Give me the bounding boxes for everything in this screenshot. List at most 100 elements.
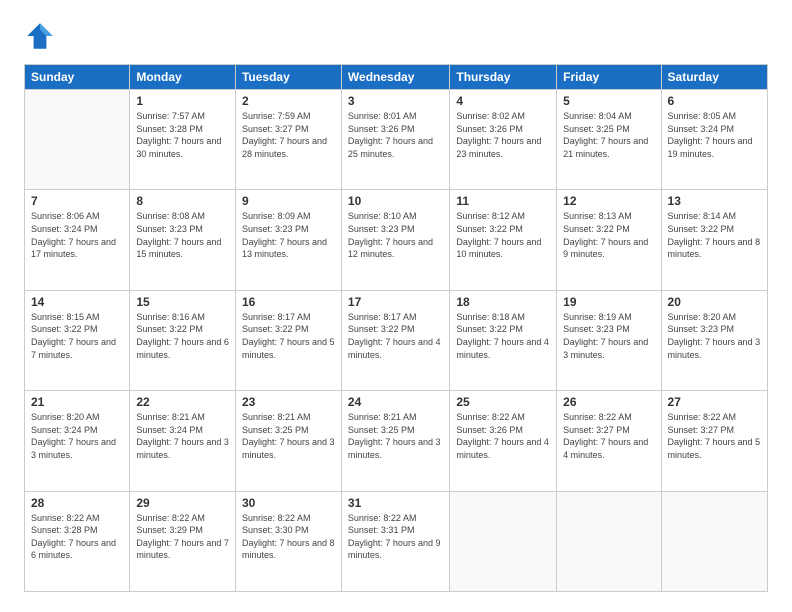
day-number: 30 bbox=[242, 496, 335, 510]
calendar-cell: 23Sunrise: 8:21 AMSunset: 3:25 PMDayligh… bbox=[235, 391, 341, 491]
day-number: 11 bbox=[456, 194, 550, 208]
calendar-cell: 31 Sunrise: 8:22 AMSunset: 3:31 PMDayligh… bbox=[341, 491, 449, 591]
calendar-cell: 29 Sunrise: 8:22 AMSunset: 3:29 PMDayligh… bbox=[130, 491, 236, 591]
cell-info: Sunrise: 8:22 AMSunset: 3:29 PMDaylight:… bbox=[136, 513, 229, 561]
cell-info: Sunrise: 8:22 AMSunset: 3:28 PMDaylight:… bbox=[31, 513, 116, 561]
calendar-cell: 28 Sunrise: 8:22 AMSunset: 3:28 PMDayligh… bbox=[25, 491, 130, 591]
calendar-cell: 7 Sunrise: 8:06 AMSunset: 3:24 PMDaylight… bbox=[25, 190, 130, 290]
day-number: 26 bbox=[563, 395, 654, 409]
calendar-cell: 8 Sunrise: 8:08 AMSunset: 3:23 PMDaylight… bbox=[130, 190, 236, 290]
day-number: 1 bbox=[136, 94, 229, 108]
cell-info: Sunrise: 8:08 AMSunset: 3:23 PMDaylight:… bbox=[136, 211, 221, 259]
calendar-cell: 10 Sunrise: 8:10 AMSunset: 3:23 PMDayligh… bbox=[341, 190, 449, 290]
calendar-cell: 9Sunrise: 8:09 AMSunset: 3:23 PMDaylight… bbox=[235, 190, 341, 290]
day-number: 20 bbox=[668, 295, 761, 309]
cell-info: Sunrise: 8:22 AMSunset: 3:27 PMDaylight:… bbox=[668, 412, 761, 460]
weekday-header-wednesday: Wednesday bbox=[341, 65, 449, 90]
calendar-cell bbox=[557, 491, 661, 591]
day-number: 16 bbox=[242, 295, 335, 309]
day-number: 6 bbox=[668, 94, 761, 108]
day-number: 13 bbox=[668, 194, 761, 208]
cell-info: Sunrise: 8:17 AMSunset: 3:22 PMDaylight:… bbox=[242, 312, 335, 360]
cell-info: Sunrise: 8:13 AMSunset: 3:22 PMDaylight:… bbox=[563, 211, 648, 259]
day-number: 5 bbox=[563, 94, 654, 108]
calendar-cell: 20Sunrise: 8:20 AMSunset: 3:23 PMDayligh… bbox=[661, 290, 767, 390]
cell-info: Sunrise: 8:05 AMSunset: 3:24 PMDaylight:… bbox=[668, 111, 753, 159]
cell-info: Sunrise: 8:18 AMSunset: 3:22 PMDaylight:… bbox=[456, 312, 549, 360]
calendar-cell bbox=[25, 90, 130, 190]
calendar-cell: 6 Sunrise: 8:05 AMSunset: 3:24 PMDaylight… bbox=[661, 90, 767, 190]
day-number: 28 bbox=[31, 496, 123, 510]
week-row-0: 1 Sunrise: 7:57 AMSunset: 3:28 PMDaylight… bbox=[25, 90, 768, 190]
cell-info: Sunrise: 7:57 AMSunset: 3:28 PMDaylight:… bbox=[136, 111, 221, 159]
logo-icon bbox=[24, 20, 56, 52]
cell-info: Sunrise: 8:12 AMSunset: 3:22 PMDaylight:… bbox=[456, 211, 541, 259]
day-number: 31 bbox=[348, 496, 443, 510]
day-number: 23 bbox=[242, 395, 335, 409]
calendar-cell: 27 Sunrise: 8:22 AMSunset: 3:27 PMDayligh… bbox=[661, 391, 767, 491]
calendar-cell bbox=[661, 491, 767, 591]
calendar-cell: 24 Sunrise: 8:21 AMSunset: 3:25 PMDayligh… bbox=[341, 391, 449, 491]
page: SundayMondayTuesdayWednesdayThursdayFrid… bbox=[0, 0, 792, 612]
weekday-header-saturday: Saturday bbox=[661, 65, 767, 90]
calendar-cell: 16 Sunrise: 8:17 AMSunset: 3:22 PMDayligh… bbox=[235, 290, 341, 390]
calendar-cell: 19 Sunrise: 8:19 AMSunset: 3:23 PMDayligh… bbox=[557, 290, 661, 390]
day-number: 10 bbox=[348, 194, 443, 208]
day-number: 24 bbox=[348, 395, 443, 409]
cell-info: Sunrise: 8:10 AMSunset: 3:23 PMDaylight:… bbox=[348, 211, 433, 259]
logo bbox=[24, 20, 60, 52]
calendar-cell: 14Sunrise: 8:15 AMSunset: 3:22 PMDayligh… bbox=[25, 290, 130, 390]
day-number: 29 bbox=[136, 496, 229, 510]
week-row-1: 7 Sunrise: 8:06 AMSunset: 3:24 PMDaylight… bbox=[25, 190, 768, 290]
weekday-header-tuesday: Tuesday bbox=[235, 65, 341, 90]
cell-info: Sunrise: 8:22 AMSunset: 3:31 PMDaylight:… bbox=[348, 513, 441, 561]
calendar-cell: 13 Sunrise: 8:14 AMSunset: 3:22 PMDayligh… bbox=[661, 190, 767, 290]
weekday-header-friday: Friday bbox=[557, 65, 661, 90]
day-number: 14 bbox=[31, 295, 123, 309]
weekday-header-row: SundayMondayTuesdayWednesdayThursdayFrid… bbox=[25, 65, 768, 90]
cell-info: Sunrise: 8:20 AMSunset: 3:24 PMDaylight:… bbox=[31, 412, 116, 460]
weekday-header-sunday: Sunday bbox=[25, 65, 130, 90]
cell-info: Sunrise: 8:02 AMSunset: 3:26 PMDaylight:… bbox=[456, 111, 541, 159]
day-number: 27 bbox=[668, 395, 761, 409]
day-number: 25 bbox=[456, 395, 550, 409]
calendar-cell bbox=[450, 491, 557, 591]
day-number: 18 bbox=[456, 295, 550, 309]
calendar-cell: 11 Sunrise: 8:12 AMSunset: 3:22 PMDayligh… bbox=[450, 190, 557, 290]
day-number: 12 bbox=[563, 194, 654, 208]
day-number: 19 bbox=[563, 295, 654, 309]
calendar-cell: 18 Sunrise: 8:18 AMSunset: 3:22 PMDayligh… bbox=[450, 290, 557, 390]
day-number: 4 bbox=[456, 94, 550, 108]
cell-info: Sunrise: 8:21 AMSunset: 3:24 PMDaylight:… bbox=[136, 412, 229, 460]
cell-info: Sunrise: 8:22 AMSunset: 3:30 PMDaylight:… bbox=[242, 513, 335, 561]
calendar-cell: 4 Sunrise: 8:02 AMSunset: 3:26 PMDaylight… bbox=[450, 90, 557, 190]
calendar-cell: 1 Sunrise: 7:57 AMSunset: 3:28 PMDaylight… bbox=[130, 90, 236, 190]
calendar-cell: 5 Sunrise: 8:04 AMSunset: 3:25 PMDaylight… bbox=[557, 90, 661, 190]
day-number: 8 bbox=[136, 194, 229, 208]
calendar-cell: 21 Sunrise: 8:20 AMSunset: 3:24 PMDayligh… bbox=[25, 391, 130, 491]
cell-info: Sunrise: 8:19 AMSunset: 3:23 PMDaylight:… bbox=[563, 312, 648, 360]
day-number: 22 bbox=[136, 395, 229, 409]
cell-info: Sunrise: 8:06 AMSunset: 3:24 PMDaylight:… bbox=[31, 211, 116, 259]
calendar-cell: 12 Sunrise: 8:13 AMSunset: 3:22 PMDayligh… bbox=[557, 190, 661, 290]
day-number: 7 bbox=[31, 194, 123, 208]
cell-info: Sunrise: 7:59 AMSunset: 3:27 PMDaylight:… bbox=[242, 111, 327, 159]
header bbox=[24, 20, 768, 52]
day-number: 15 bbox=[136, 295, 229, 309]
cell-info: Sunrise: 8:21 AMSunset: 3:25 PMDaylight:… bbox=[348, 412, 441, 460]
day-number: 2 bbox=[242, 94, 335, 108]
weekday-header-monday: Monday bbox=[130, 65, 236, 90]
cell-info: Sunrise: 8:22 AMSunset: 3:26 PMDaylight:… bbox=[456, 412, 549, 460]
cell-info: Sunrise: 8:01 AMSunset: 3:26 PMDaylight:… bbox=[348, 111, 433, 159]
calendar-cell: 3 Sunrise: 8:01 AMSunset: 3:26 PMDaylight… bbox=[341, 90, 449, 190]
cell-info: Sunrise: 8:16 AMSunset: 3:22 PMDaylight:… bbox=[136, 312, 229, 360]
calendar-cell: 22 Sunrise: 8:21 AMSunset: 3:24 PMDayligh… bbox=[130, 391, 236, 491]
cell-info: Sunrise: 8:22 AMSunset: 3:27 PMDaylight:… bbox=[563, 412, 648, 460]
cell-info: Sunrise: 8:04 AMSunset: 3:25 PMDaylight:… bbox=[563, 111, 648, 159]
day-number: 21 bbox=[31, 395, 123, 409]
day-number: 3 bbox=[348, 94, 443, 108]
day-number: 9 bbox=[242, 194, 335, 208]
week-row-4: 28 Sunrise: 8:22 AMSunset: 3:28 PMDayligh… bbox=[25, 491, 768, 591]
weekday-header-thursday: Thursday bbox=[450, 65, 557, 90]
cell-info: Sunrise: 8:14 AMSunset: 3:22 PMDaylight:… bbox=[668, 211, 761, 259]
